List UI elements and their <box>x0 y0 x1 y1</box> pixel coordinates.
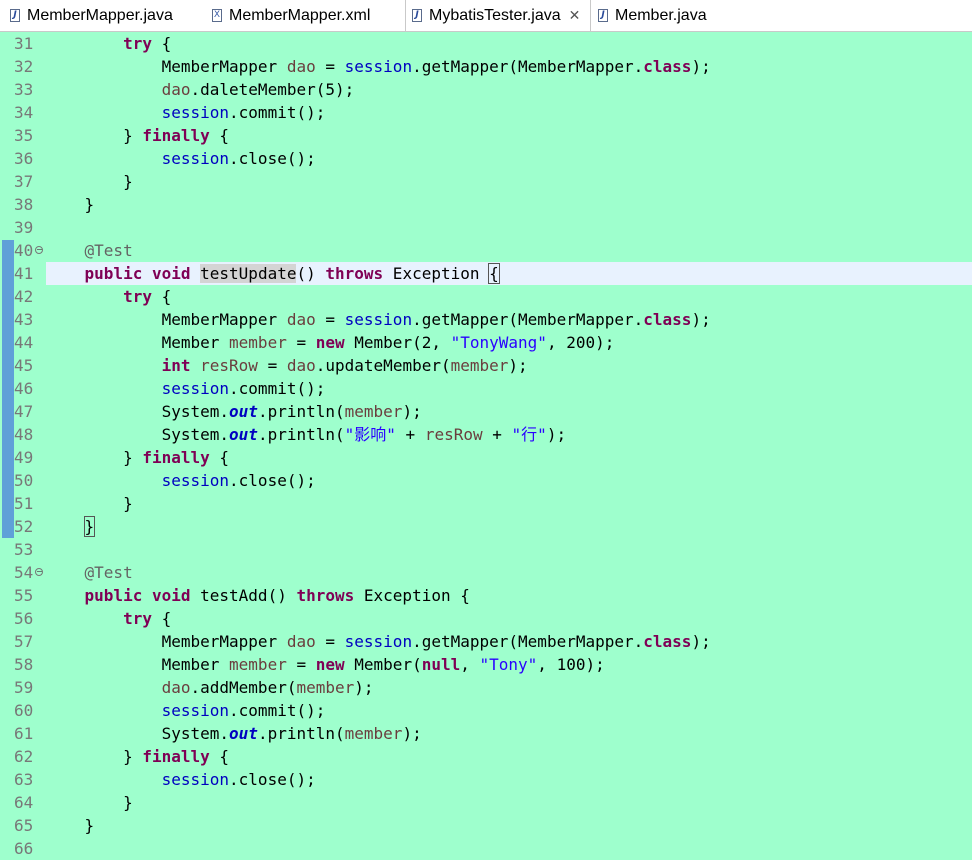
line-number: 43 <box>14 310 34 329</box>
line-number: 59 <box>14 678 34 697</box>
code-line[interactable]: } <box>46 814 95 837</box>
code-line[interactable]: MemberMapper dao = session.getMapper(Mem… <box>46 308 711 331</box>
line-number: 63 <box>14 770 34 789</box>
line-number: 39 <box>14 218 34 237</box>
line-number: 49 <box>14 448 34 467</box>
code-line[interactable]: session.commit(); <box>46 101 326 124</box>
code-line[interactable]: @Test <box>46 561 133 584</box>
code-line[interactable]: System.out.println(member); <box>46 722 422 745</box>
line-number: 48 <box>14 425 34 444</box>
java-file-icon: J <box>10 9 20 22</box>
xml-file-icon: X <box>212 9 222 22</box>
code-line[interactable]: dao.daleteMember(5); <box>46 78 355 101</box>
line-number: 57 <box>14 632 34 651</box>
code-line[interactable]: Member member = new Member(null, "Tony",… <box>46 653 605 676</box>
code-line[interactable]: } finally { <box>46 745 229 768</box>
tab-member-mapper-java[interactable]: J MemberMapper.java <box>10 0 173 31</box>
code-line[interactable]: } <box>46 170 133 193</box>
code-line[interactable]: System.out.println(member); <box>46 400 422 423</box>
tab-member-java[interactable]: J Member.java <box>598 0 707 31</box>
code-line[interactable]: System.out.println("影响" + resRow + "行"); <box>46 423 566 446</box>
line-number: 60 <box>14 701 34 720</box>
close-tab-icon[interactable]: ✕ <box>569 8 581 24</box>
code-line[interactable]: public void testUpdate() throws Exceptio… <box>46 262 500 285</box>
tab-label: MemberMapper.java <box>27 6 173 24</box>
line-number: 45 <box>14 356 34 375</box>
code-line[interactable]: MemberMapper dao = session.getMapper(Mem… <box>46 630 711 653</box>
tab-mybatis-tester-java[interactable]: J MybatisTester.java ✕ <box>405 0 591 31</box>
code-line[interactable]: session.close(); <box>46 469 316 492</box>
line-number: 35 <box>14 126 34 145</box>
line-number: 52 <box>14 517 34 536</box>
line-number: 65 <box>14 816 34 835</box>
code-line[interactable]: try { <box>46 607 171 630</box>
code-line[interactable]: try { <box>46 285 171 308</box>
code-line[interactable]: } finally { <box>46 446 229 469</box>
tab-label: Member.java <box>615 6 707 24</box>
code-line[interactable]: Member member = new Member(2, "TonyWang"… <box>46 331 615 354</box>
code-line[interactable]: session.commit(); <box>46 377 326 400</box>
code-line[interactable]: MemberMapper dao = session.getMapper(Mem… <box>46 55 711 78</box>
code-line[interactable]: } <box>46 492 133 515</box>
code-line[interactable]: dao.addMember(member); <box>46 676 374 699</box>
code-line[interactable]: } <box>46 193 95 216</box>
line-number: 41 <box>14 264 34 283</box>
line-number: 46 <box>14 379 34 398</box>
code-line[interactable]: } <box>46 515 96 538</box>
line-number: 53 <box>14 540 34 559</box>
line-number: 62 <box>14 747 34 766</box>
line-number: 61 <box>14 724 34 743</box>
line-number: 64 <box>14 793 34 812</box>
code-line[interactable]: } <box>46 791 133 814</box>
code-line[interactable]: public void testAdd() throws Exception { <box>46 584 470 607</box>
fold-toggle-icon[interactable]: − <box>35 568 43 576</box>
code-line[interactable]: } finally { <box>46 124 229 147</box>
line-number: 34 <box>14 103 34 122</box>
java-file-icon: J <box>412 9 422 22</box>
change-marker-bar <box>2 240 14 538</box>
line-number: 47 <box>14 402 34 421</box>
fold-toggle-icon[interactable]: − <box>35 246 43 254</box>
java-file-icon: J <box>598 9 608 22</box>
line-number: 56 <box>14 609 34 628</box>
code-editor[interactable]: 31 try { 32 MemberMapper dao = session.ge… <box>0 32 972 860</box>
line-number: 31 <box>14 34 34 53</box>
line-number: 55 <box>14 586 34 605</box>
line-number: 51 <box>14 494 34 513</box>
line-number: 44 <box>14 333 34 352</box>
code-line[interactable]: @Test <box>46 239 133 262</box>
line-number: 50 <box>14 471 34 490</box>
tab-label: MemberMapper.xml <box>229 6 371 24</box>
tab-label: MybatisTester.java <box>429 6 561 24</box>
code-line[interactable]: session.commit(); <box>46 699 326 722</box>
code-line[interactable]: try { <box>46 32 171 55</box>
line-number: 32 <box>14 57 34 76</box>
line-number: 58 <box>14 655 34 674</box>
line-number: 38 <box>14 195 34 214</box>
line-number: 66 <box>14 839 34 858</box>
line-number: 37 <box>14 172 34 191</box>
editor-tab-bar: J MemberMapper.java X MemberMapper.xml J… <box>0 0 972 32</box>
line-number: 42 <box>14 287 34 306</box>
code-line[interactable]: int resRow = dao.updateMember(member); <box>46 354 528 377</box>
line-number: 36 <box>14 149 34 168</box>
line-number: 33 <box>14 80 34 99</box>
code-line[interactable]: session.close(); <box>46 147 316 170</box>
code-line[interactable]: session.close(); <box>46 768 316 791</box>
tab-member-mapper-xml[interactable]: X MemberMapper.xml <box>212 0 370 31</box>
